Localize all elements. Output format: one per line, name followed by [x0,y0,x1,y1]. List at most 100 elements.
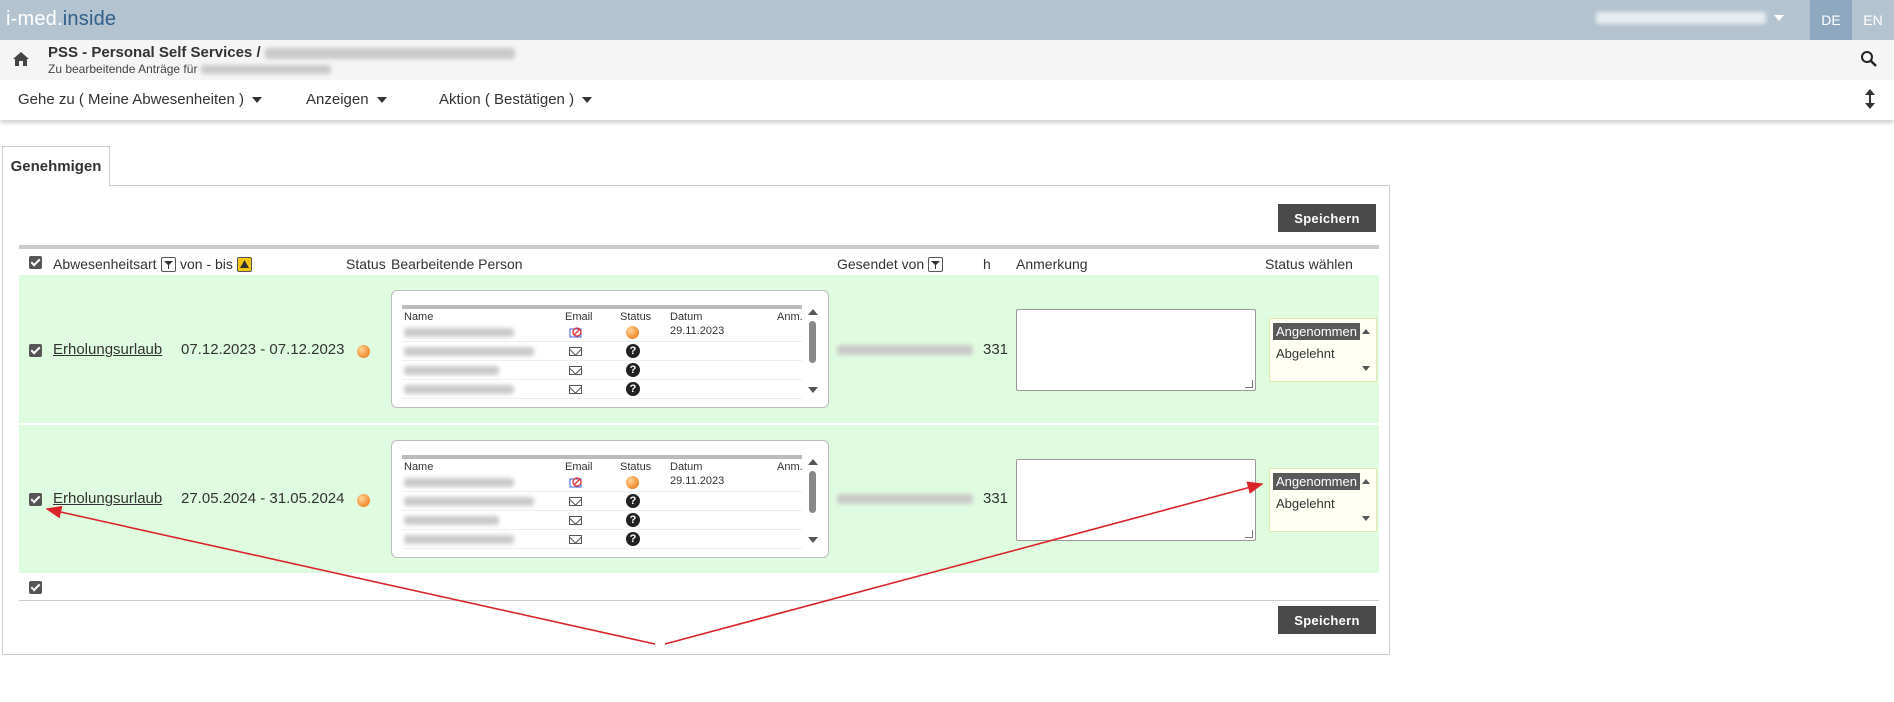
page-title: PSS - Personal Self Services / [48,44,515,61]
action-bar: Gehe zu ( Meine Abwesenheiten ) Anzeigen… [0,80,1894,120]
mail-icon [569,385,582,394]
scroll-down-icon[interactable] [808,387,818,393]
scroll-up-icon[interactable] [1362,479,1370,484]
chevron-down-icon [251,96,262,103]
page-subtitle: Zu bearbeitende Anträge für [48,62,331,76]
show-label: Anzeigen [306,91,369,108]
filter-icon[interactable] [928,256,944,272]
person-date: 29.11.2023 [670,325,725,337]
note-textarea[interactable] [1016,309,1256,391]
goto-menu[interactable]: Gehe zu ( Meine Abwesenheiten ) [18,91,262,108]
person-name-blurred [404,497,534,506]
scrollbar-thumb[interactable] [809,321,816,363]
table-header: Abwesenheitsart von - bis Status Bearbei… [19,245,1379,275]
action-menu[interactable]: Aktion ( Bestätigen ) [439,91,593,108]
person-name-blurred [404,347,534,356]
question-icon: ? [626,344,640,358]
persons-col-note: Anm. [777,311,803,323]
lang-en-button[interactable]: EN [1852,0,1894,40]
select-all-checkbox-bottom[interactable] [29,581,42,594]
option-accepted[interactable]: Angenommen [1273,473,1360,490]
divider [19,600,1379,601]
persons-header: Name Email Status Datum Anm. [402,455,803,473]
row-checkbox[interactable] [29,344,42,357]
note-textarea[interactable] [1016,459,1256,541]
mail-sent-icon [569,327,582,338]
mail-icon [569,347,582,356]
persons-col-email: Email [565,461,593,473]
person-name-blurred [404,385,514,394]
search-icon[interactable] [1860,50,1878,68]
person-name-blurred [404,516,499,525]
absence-type-link[interactable]: Erholungsurlaub [53,341,162,358]
select-all-checkbox[interactable] [29,256,42,269]
scroll-down-icon[interactable] [1362,366,1370,371]
list-item: ? [402,342,802,361]
status-select[interactable]: Angenommen Abgelehnt [1269,318,1377,382]
title-name-blurred [264,47,515,59]
action-label: Aktion ( Bestätigen ) [439,91,575,108]
question-icon: ? [626,532,640,546]
sort-icon[interactable] [236,256,252,272]
scroll-up-icon[interactable] [1362,329,1370,334]
persons-col-name: Name [404,311,434,323]
col-type-label: Abwesenheitsart [53,256,157,272]
logo[interactable]: i-med.inside [6,8,116,31]
chevron-down-icon [582,96,593,103]
scrollbar-thumb[interactable] [809,471,816,513]
show-menu[interactable]: Anzeigen [306,91,387,108]
mail-sent-icon [569,477,582,488]
scroll-up-icon[interactable] [808,309,818,315]
option-accepted[interactable]: Angenommen [1273,323,1360,340]
table-row: Erholungsurlaub 27.05.2024 - 31.05.2024 … [19,425,1379,573]
status-dot-icon [626,326,639,339]
filter-icon[interactable] [160,256,176,272]
scroll-down-icon[interactable] [1362,516,1370,521]
col-choose-status: Status wählen [1265,256,1353,272]
absence-type-link[interactable]: Erholungsurlaub [53,490,162,507]
row-checkbox[interactable] [29,493,42,506]
option-rejected[interactable]: Abgelehnt [1273,345,1338,362]
col-type: Abwesenheitsart [53,256,176,272]
col-person: Bearbeitende Person [391,256,523,272]
tab-approve[interactable]: Genehmigen [2,146,110,186]
list-item: 29.11.2023 [402,323,802,342]
top-bar: i-med.inside DE EN [0,0,1894,40]
col-range-label: von - bis [180,256,233,272]
col-range: von - bis [180,256,252,272]
col-status: Status [346,256,386,272]
save-button-top[interactable]: Speichern [1278,204,1376,232]
processing-persons-list: Name Email Status Datum Anm. 29.11.2023 … [391,290,829,408]
question-icon: ? [626,363,640,377]
chevron-down-icon [376,96,387,103]
scroll-down-icon[interactable] [808,537,818,543]
user-menu[interactable] [1596,12,1784,24]
mail-icon [569,516,582,525]
resize-icon[interactable] [1864,89,1876,109]
save-button-bottom[interactable]: Speichern [1278,606,1376,634]
breadcrumb: PSS - Personal Self Services / Zu bearbe… [0,40,1894,80]
date-range: 07.12.2023 - 07.12.2023 [181,341,345,358]
resize-grip-icon[interactable] [1245,380,1253,388]
person-name-blurred [404,328,514,337]
mail-icon [569,535,582,544]
option-rejected[interactable]: Abgelehnt [1273,495,1338,512]
persons-col-name: Name [404,461,434,473]
logo-part-a: i-med. [6,8,63,30]
scroll-up-icon[interactable] [808,459,818,465]
status-dot-icon [626,476,639,489]
chevron-down-icon [1774,15,1784,21]
mail-icon [569,366,582,375]
list-item: 29.11.2023 [402,473,802,492]
home-icon[interactable] [12,50,30,68]
col-sent-by-label: Gesendet von [837,256,925,272]
sent-by-blurred [837,345,973,355]
list-item: ? [402,492,802,511]
status-select[interactable]: Angenommen Abgelehnt [1269,468,1377,532]
status-dot-icon [357,494,370,507]
persons-header: Name Email Status Datum Anm. [402,305,803,323]
resize-grip-icon[interactable] [1245,530,1253,538]
date-range: 27.05.2024 - 31.05.2024 [181,490,345,507]
lang-de-button[interactable]: DE [1810,0,1852,40]
persons-col-email: Email [565,311,593,323]
